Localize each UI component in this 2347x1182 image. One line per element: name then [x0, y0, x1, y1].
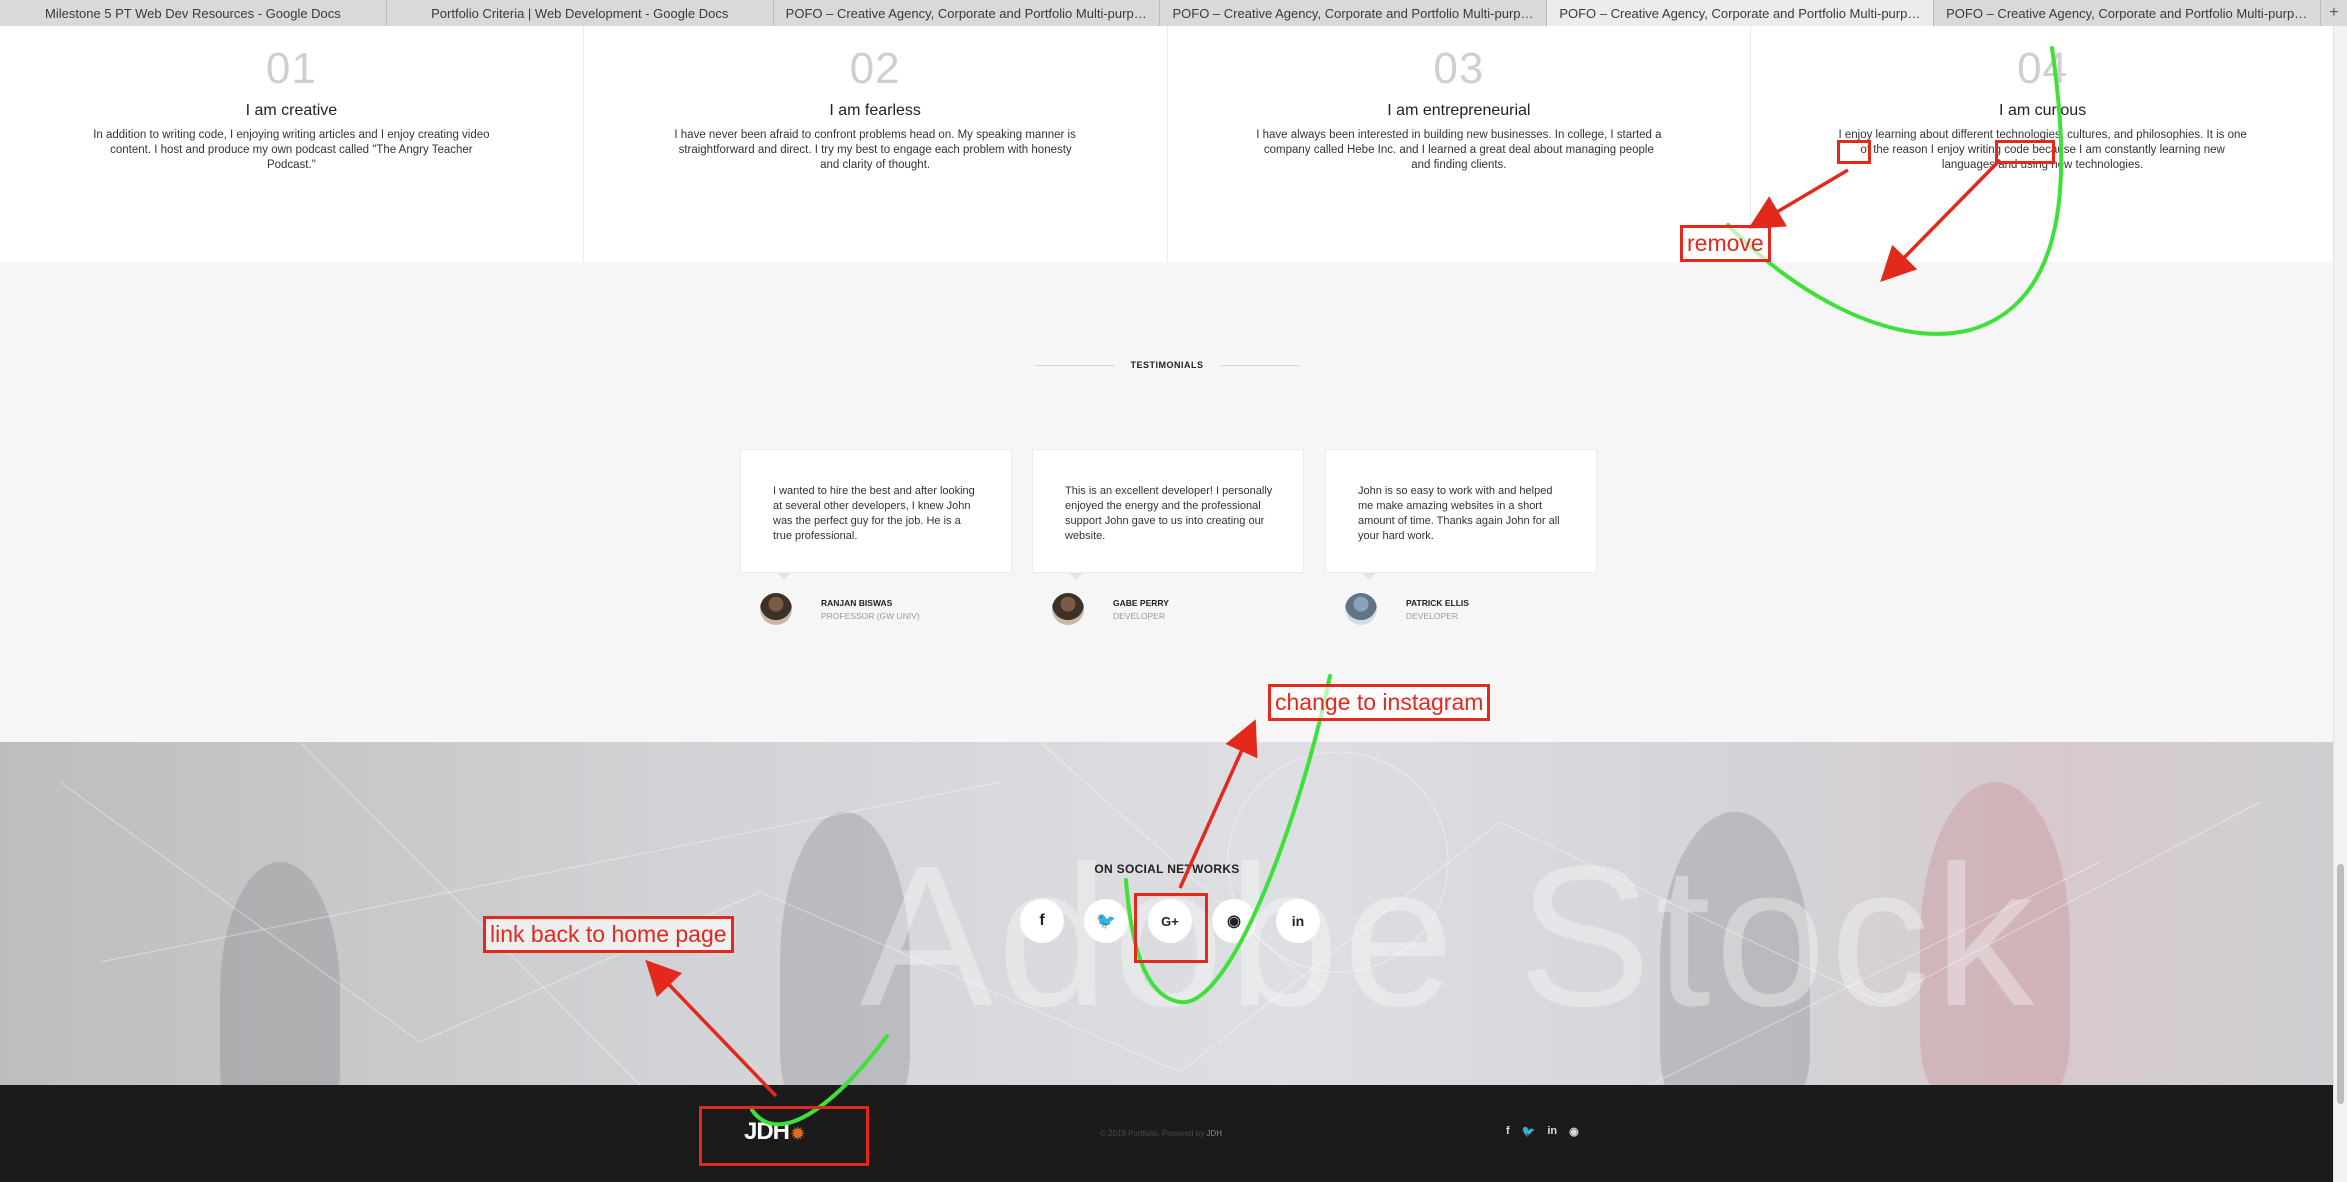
browser-tab[interactable]: Milestone 5 PT Web Dev Resources - Googl…	[0, 0, 387, 26]
author-name: GABE PERRY	[1113, 598, 1169, 608]
browser-tab-bar: Milestone 5 PT Web Dev Resources - Googl…	[0, 0, 2347, 27]
feature-column: 03 I am entrepreneurial I have always be…	[1168, 26, 1752, 262]
avatar	[760, 593, 792, 625]
testimonials-section: TESTIMONIALS I wanted to hire the best a…	[0, 262, 2334, 742]
annotation-highlight-because	[1995, 140, 2055, 164]
avatar	[1052, 593, 1084, 625]
author-name: PATRICK ELLIS	[1406, 598, 1469, 608]
testimonial-quote: This is an excellent developer! I person…	[1065, 485, 1273, 542]
annotation-remove: remove	[1680, 225, 1771, 262]
scrollbar-thumb[interactable]	[2337, 864, 2344, 1104]
github-icon[interactable]: ◉	[1569, 1125, 1579, 1138]
feature-text: I have always been interested in buildin…	[1256, 129, 1662, 171]
feature-number: 03	[1433, 44, 1485, 93]
testimonial-author: GABE PERRY DEVELOPER	[1032, 593, 1304, 627]
feature-title: I am entrepreneurial	[1387, 102, 1531, 119]
feature-text: In addition to writing code, I enjoying …	[93, 129, 490, 171]
copyright-prefix: © 2019 Portfolio. Powered by	[1100, 1129, 1205, 1138]
footer-social-icons: f 🐦 in ◉	[1506, 1125, 1579, 1138]
annotation-highlight-the	[1837, 140, 1871, 164]
annotation-highlight-google-plus	[1134, 893, 1208, 963]
browser-tab-active[interactable]: POFO – Creative Agency, Corporate and Po…	[1547, 0, 1935, 26]
features-section: 01 I am creative In addition to writing …	[0, 26, 2334, 262]
feature-number: 01	[265, 44, 317, 93]
author-role: DEVELOPER	[1406, 611, 1458, 621]
card-pointer	[777, 573, 791, 580]
testimonial-author: RANJAN BISWAS PROFESSOR (GW UNIV)	[740, 593, 1012, 627]
facebook-icon[interactable]: f	[1506, 1125, 1510, 1138]
annotation-change-to-instagram: change to instagram	[1268, 684, 1491, 721]
github-icon[interactable]: ◉	[1212, 899, 1256, 943]
avatar	[1345, 593, 1377, 625]
feature-number: 02	[849, 44, 901, 93]
browser-tab[interactable]: POFO – Creative Agency, Corporate and Po…	[1934, 0, 2321, 26]
twitter-icon[interactable]: 🐦	[1084, 899, 1128, 943]
card-pointer	[1069, 573, 1083, 580]
copyright-link[interactable]: JDH	[1206, 1129, 1222, 1138]
feature-number: 04	[2017, 44, 2069, 93]
card-pointer	[1362, 573, 1376, 580]
new-tab-button[interactable]: +	[2321, 0, 2347, 26]
annotation-highlight-logo	[699, 1106, 869, 1166]
copyright-text: © 2019 Portfolio. Powered by JDH	[1100, 1129, 1222, 1138]
social-title: ON SOCIAL NETWORKS	[1094, 862, 1240, 876]
feature-column: 02 I am fearless I have never been afrai…	[584, 26, 1168, 262]
facebook-icon[interactable]: f	[1020, 899, 1064, 943]
feature-title: I am fearless	[829, 102, 921, 119]
testimonial-quote: John is so easy to work with and helped …	[1358, 485, 1560, 542]
linkedin-icon[interactable]: in	[1547, 1125, 1557, 1138]
testimonial-card: John is so easy to work with and helped …	[1325, 449, 1597, 580]
linkedin-icon[interactable]: in	[1276, 899, 1320, 943]
testimonial-quote: I wanted to hire the best and after look…	[773, 485, 975, 542]
feature-text: I have never been afraid to confront pro…	[674, 129, 1076, 171]
testimonial-card: This is an excellent developer! I person…	[1032, 449, 1304, 580]
browser-tab[interactable]: POFO – Creative Agency, Corporate and Po…	[774, 0, 1161, 26]
testimonial-author: PATRICK ELLIS DEVELOPER	[1325, 593, 1597, 627]
site-footer: JDH ✹ © 2019 Portfolio. Powered by JDH f …	[0, 1085, 2334, 1182]
browser-tab[interactable]: POFO – Creative Agency, Corporate and Po…	[1160, 0, 1548, 26]
annotation-link-back-to-home: link back to home page	[483, 916, 734, 953]
twitter-icon[interactable]: 🐦	[1522, 1125, 1536, 1138]
feature-title: I am curious	[1999, 102, 2087, 119]
page-scrollbar[interactable]	[2333, 26, 2347, 1182]
browser-tab[interactable]: Portfolio Criteria | Web Development - G…	[387, 0, 774, 26]
feature-title: I am creative	[245, 102, 338, 119]
testimonials-heading: TESTIMONIALS	[0, 360, 2334, 370]
feature-column: 01 I am creative In addition to writing …	[0, 26, 584, 262]
author-role: DEVELOPER	[1113, 611, 1165, 621]
author-name: RANJAN BISWAS	[821, 598, 893, 608]
testimonial-card: I wanted to hire the best and after look…	[740, 449, 1012, 580]
author-role: PROFESSOR (GW UNIV)	[821, 611, 920, 621]
